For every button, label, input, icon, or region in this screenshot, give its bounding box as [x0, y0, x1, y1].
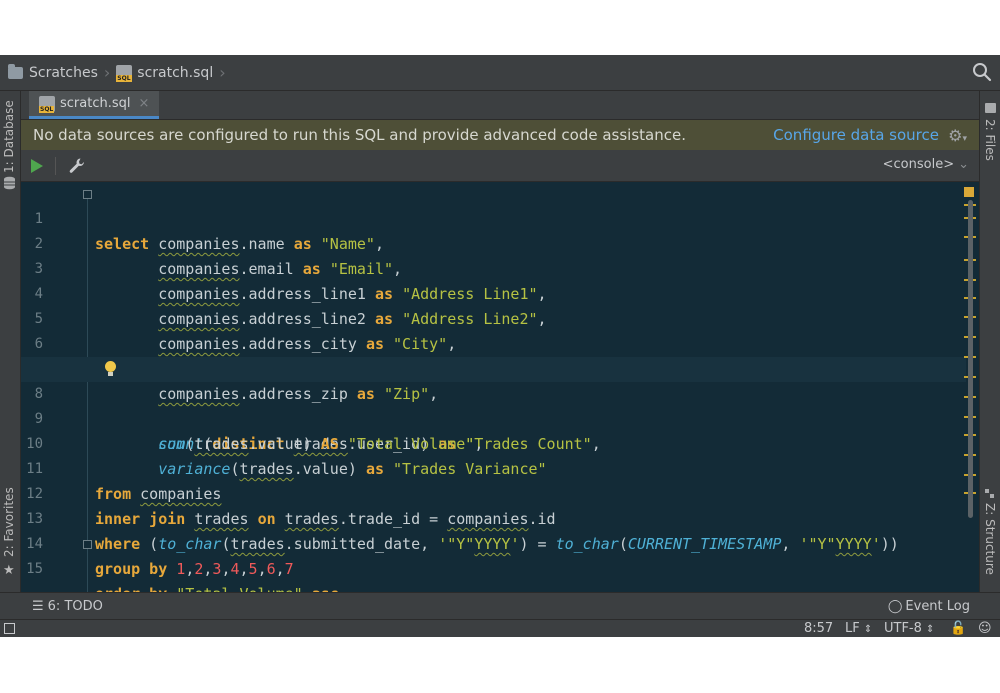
console-selector[interactable]: <console> ⌄	[883, 157, 969, 172]
structure-tool-button[interactable]: Z: Structure	[983, 503, 997, 575]
code-line[interactable]: 1 select companies.name as "Name",	[21, 182, 966, 253]
structure-tool-label: Z: Structure	[983, 503, 997, 575]
folder-icon	[985, 103, 996, 113]
code-line[interactable]: 14 group by 1,2,3,4,5,6,7	[21, 507, 966, 578]
folder-icon	[8, 63, 23, 79]
todo-tool-button[interactable]: ☰ 6: TODO	[32, 599, 103, 614]
encoding-widget[interactable]: UTF-8 ⇕	[884, 621, 934, 636]
gear-icon[interactable]: ⚙▾	[948, 126, 967, 145]
code-line[interactable]: 12 inner join trades on trades.trade_id …	[21, 457, 966, 528]
list-icon: ☰	[32, 599, 44, 614]
database-tool-label: 1: Database	[2, 100, 16, 173]
star-icon: ★	[3, 563, 15, 578]
updown-icon: ⇕	[863, 624, 873, 635]
code-line[interactable]: 3 companies.address_line1 as "Address Li…	[21, 232, 966, 303]
event-log-button[interactable]: ◯ Event Log	[888, 599, 970, 614]
close-icon[interactable]: ×	[138, 96, 149, 111]
inspector-icon[interactable]: ☺	[978, 621, 992, 636]
toggle-tool-windows-icon[interactable]	[4, 623, 15, 634]
code-line[interactable]: 7 companies.address_zip as "Zip",	[21, 332, 966, 403]
run-icon[interactable]	[31, 159, 43, 173]
search-icon[interactable]	[972, 62, 992, 82]
code-line[interactable]: 5 companies.address_city as "City",	[21, 282, 966, 353]
status-bar: 8:57 LF ⇕ UTF-8 ⇕ 🔓 ☺	[0, 619, 1000, 637]
code-line[interactable]: 6 companies.address_state as "State",	[21, 307, 966, 378]
todo-label: 6: TODO	[47, 599, 103, 614]
code-line[interactable]: 15 order by "Total Volume" asc	[21, 532, 966, 603]
breadcrumb-scratches[interactable]: Scratches ›	[0, 55, 116, 90]
code-line[interactable]: 9 sum(trades.value) AS "Total Volume",	[21, 382, 966, 453]
favorites-tool-button[interactable]: 2: Favorites	[2, 487, 16, 557]
notification-banner: No data sources are configured to run th…	[21, 120, 979, 150]
event-log-label: Event Log	[905, 599, 970, 614]
caret-position[interactable]: 8:57	[804, 621, 833, 636]
fold-marker[interactable]	[83, 540, 92, 549]
chevron-down-icon: ⌄	[958, 157, 969, 172]
files-tool-label: 2: Files	[983, 119, 997, 161]
files-tool-button[interactable]: 2: Files	[983, 119, 997, 161]
console-label: <console>	[882, 157, 955, 172]
breadcrumb-label: scratch.sql	[137, 64, 214, 81]
line-number: 15	[26, 561, 43, 577]
chevron-right-icon: ›	[219, 63, 226, 82]
editor-toolbar: <console> ⌄	[21, 151, 979, 182]
structure-icon	[985, 489, 995, 499]
favorites-tool-label: 2: Favorites	[2, 487, 16, 557]
sql-file-icon	[39, 95, 55, 113]
lock-icon[interactable]: 🔓	[950, 621, 966, 636]
lightbulb-icon[interactable]	[105, 361, 116, 376]
left-tool-strip: 1: Database 2: Favorites ★	[0, 91, 21, 601]
sql-file-icon	[116, 64, 133, 82]
line-separator-label: LF	[845, 621, 860, 636]
code-editor[interactable]: 1 select companies.name as "Name", 2 com…	[21, 182, 979, 603]
code-text: group by 1,2,3,4,5,6,7	[95, 560, 294, 578]
vertical-scrollbar[interactable]	[968, 200, 973, 518]
updown-icon: ⇕	[926, 624, 935, 635]
fold-marker[interactable]	[83, 190, 92, 199]
banner-message: No data sources are configured to run th…	[33, 126, 686, 144]
tab-label: scratch.sql	[60, 96, 131, 111]
tool-window-bar: ☰ 6: TODO ◯ Event Log	[0, 592, 1000, 619]
breadcrumb-label: Scratches	[29, 64, 98, 81]
configure-data-source-link[interactable]: Configure data source	[773, 126, 939, 144]
speech-bubble-icon: ◯	[887, 599, 903, 614]
tab-scratch-sql[interactable]: scratch.sql ×	[29, 91, 160, 119]
line-separator-widget[interactable]: LF ⇕	[845, 621, 872, 636]
wrench-icon[interactable]	[67, 156, 87, 176]
warning-marker[interactable]	[964, 187, 974, 197]
navigation-bar: Scratches › scratch.sql ›	[0, 55, 1000, 91]
ide-window: Scratches › scratch.sql › 1: Database 2:…	[0, 55, 1000, 637]
code-line[interactable]: 13 where (to_char(trades.submitted_date,…	[21, 482, 966, 553]
encoding-label: UTF-8	[884, 621, 922, 636]
toolbar-divider	[55, 157, 56, 175]
editor-tabs: scratch.sql ×	[21, 91, 979, 120]
code-line[interactable]: 11 from companies	[21, 432, 966, 503]
right-tool-strip: 2: Files Z: Structure	[979, 91, 1000, 601]
code-line[interactable]: 2 companies.email as "Email",	[21, 207, 966, 278]
database-icon	[4, 176, 15, 190]
chevron-right-icon: ›	[103, 63, 111, 82]
database-tool-button[interactable]: 1: Database	[2, 100, 16, 173]
code-line-active[interactable]: 8 count(distinct trades.user_id) as "Tra…	[21, 357, 966, 453]
code-line[interactable]: 10 variance(trades.value) as "Trades Var…	[21, 407, 966, 478]
breadcrumb-file[interactable]: scratch.sql ›	[116, 55, 231, 90]
code-line[interactable]: 4 companies.address_line2 as "Address Li…	[21, 257, 966, 328]
